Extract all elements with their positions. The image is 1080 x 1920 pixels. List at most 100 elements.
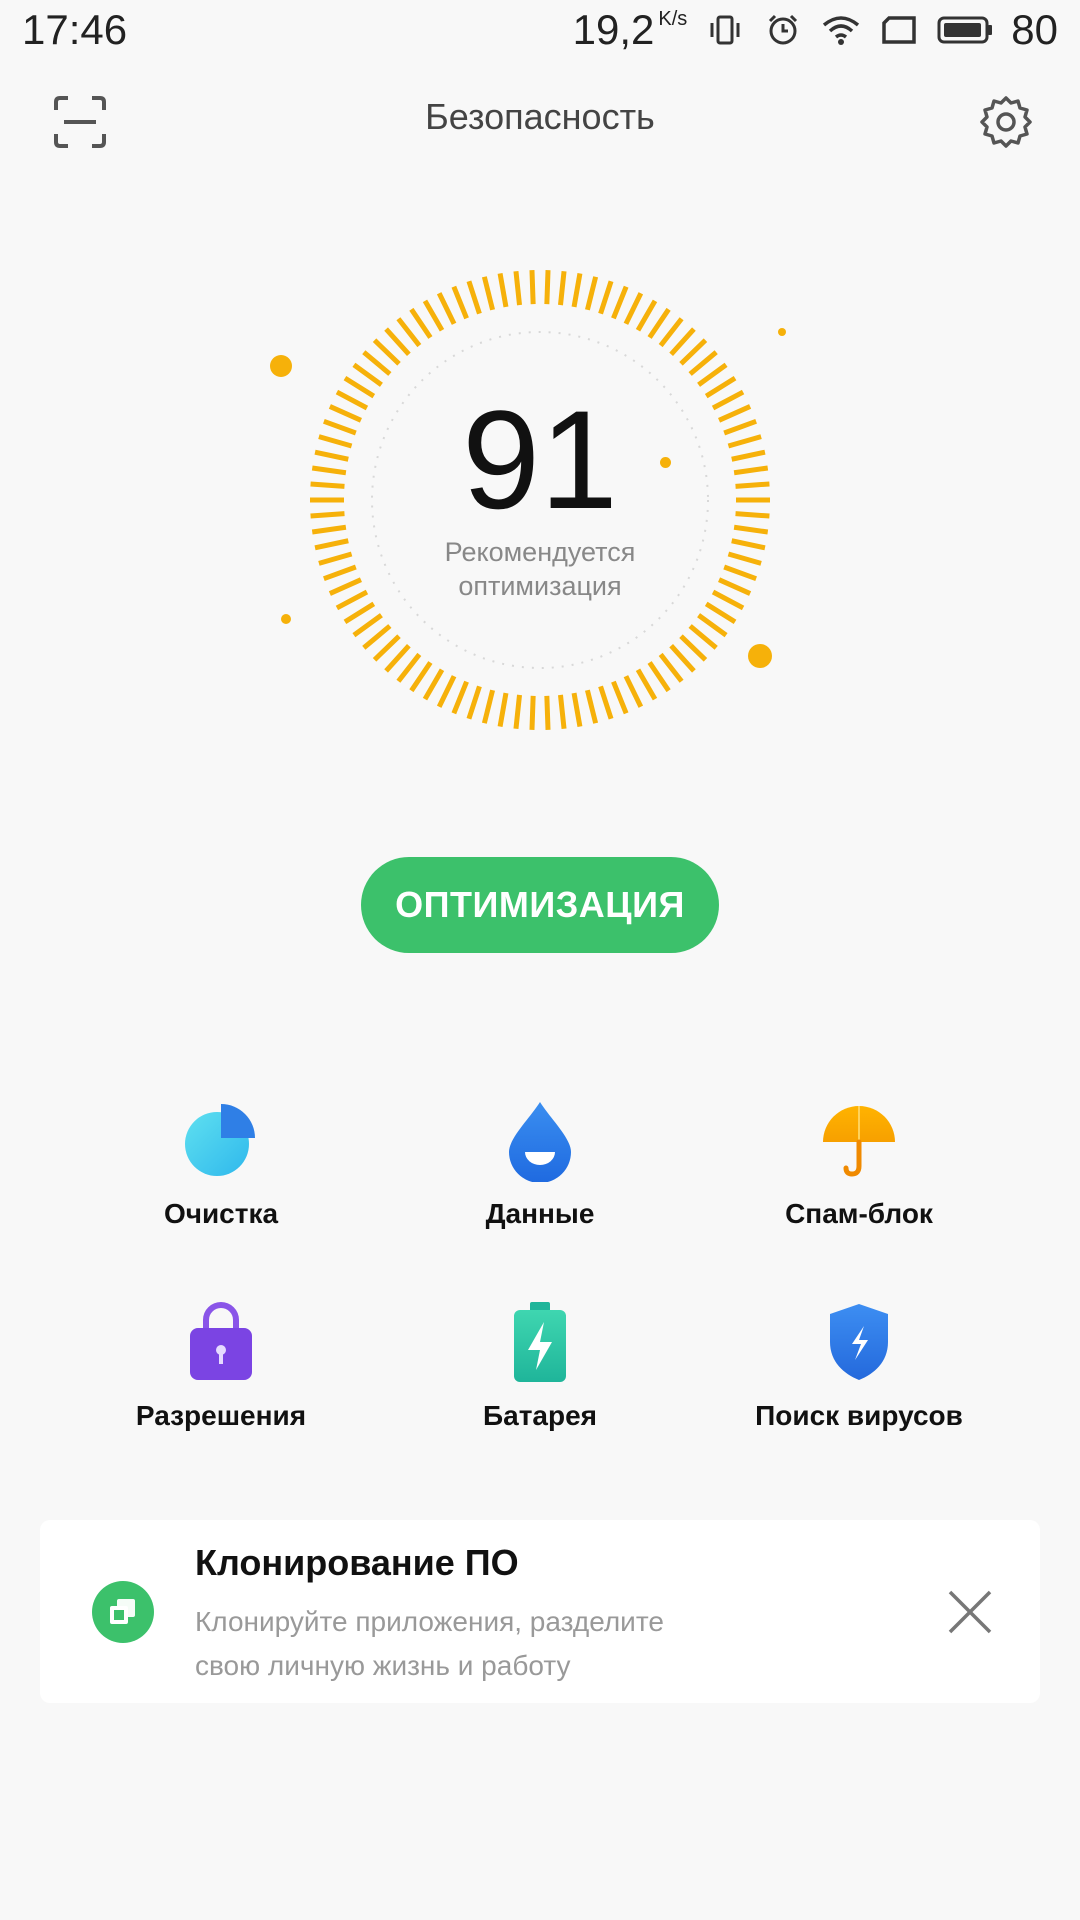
gauge-tick — [669, 327, 696, 357]
gauge-tick — [647, 661, 671, 693]
gauge-tick — [679, 338, 708, 366]
optimize-button[interactable]: ОПТИМИЗАЦИЯ — [361, 857, 719, 953]
tool-permissions[interactable]: Разрешения — [61, 1292, 381, 1462]
decor-dot — [281, 614, 291, 624]
battery-percent: 80 — [1011, 6, 1058, 53]
gauge-tick — [558, 270, 567, 306]
alarm-icon — [763, 10, 803, 50]
gauge-tick — [658, 652, 684, 683]
gear-icon — [980, 96, 1032, 148]
gauge-tick — [529, 270, 536, 305]
gauge-tick — [611, 680, 629, 715]
clone-icon — [92, 1581, 154, 1643]
tool-spam-block[interactable]: Спам-блок — [699, 1090, 1019, 1260]
wifi-icon — [821, 10, 861, 50]
status-icons: 19,2 K/s 80 — [573, 6, 1058, 54]
tool-label: Спам-блок — [785, 1198, 933, 1229]
header: Безопасность — [0, 70, 1080, 170]
network-speed-value: 19,2 — [572, 6, 655, 53]
gauge-tick — [544, 270, 551, 305]
gauge-tick — [352, 613, 383, 638]
security-score-gauge: 91 Рекомендуется оптимизация — [290, 250, 790, 750]
gauge-tick — [497, 273, 509, 308]
gauge-tick — [688, 350, 718, 376]
gauge-tick — [436, 292, 457, 325]
decor-dot — [778, 328, 786, 336]
gauge-tick — [598, 685, 614, 720]
battery-icon — [937, 10, 993, 50]
gauge-tick — [688, 624, 718, 650]
gauge-tick — [679, 634, 708, 662]
security-score: 91 — [462, 381, 618, 538]
score-status-line1: Рекомендуется — [444, 537, 636, 567]
tool-label: Батарея — [483, 1400, 597, 1431]
card-description-line2: свою личную жизнь и работу — [195, 1650, 571, 1681]
gauge-tick — [669, 643, 696, 673]
gauge-tick — [647, 307, 671, 339]
gauge-tick — [704, 601, 737, 625]
gauge-tick — [544, 695, 551, 730]
tool-virus-scan[interactable]: Поиск вирусов — [699, 1292, 1019, 1462]
pie-cleanup-icon — [171, 1090, 271, 1190]
gauge-tick — [422, 299, 445, 332]
gauge-tick — [635, 668, 658, 701]
decor-dot — [660, 457, 671, 468]
network-speed: 19,2 K/s — [573, 6, 688, 54]
gauge-tick — [409, 307, 433, 339]
network-speed-unit: K/s — [658, 8, 688, 30]
decor-dot — [270, 355, 292, 377]
score-status: Рекомендуется оптимизация — [290, 535, 790, 603]
gauge-tick — [623, 675, 644, 708]
app-clone-card[interactable]: Клонирование ПО Клонируйте приложения, р… — [40, 1520, 1040, 1703]
gauge-tick — [422, 668, 445, 701]
gauge-tick — [352, 362, 383, 387]
status-time: 17:46 — [22, 6, 128, 53]
shield-icon — [809, 1292, 909, 1392]
gauge-tick — [372, 634, 401, 662]
gauge-tick — [481, 689, 496, 724]
gauge-tick — [466, 685, 482, 720]
close-button[interactable] — [940, 1582, 1000, 1642]
tool-data[interactable]: Данные — [380, 1090, 700, 1260]
gauge-tick — [571, 692, 583, 727]
status-bar: 17:46 19,2 K/s 80 — [0, 0, 1080, 60]
umbrella-icon — [809, 1090, 909, 1190]
gauge-tick — [466, 280, 482, 315]
gauge-tick — [623, 292, 644, 325]
gauge-tick — [409, 661, 433, 693]
vibrate-icon — [705, 10, 745, 50]
page-title: Безопасность — [425, 96, 655, 137]
gauge-tick — [372, 338, 401, 366]
battery-bolt-icon — [490, 1292, 590, 1392]
gauge-tick — [571, 273, 583, 308]
settings-button[interactable] — [978, 94, 1034, 150]
gauge-tick — [384, 643, 411, 673]
tool-cleanup[interactable]: Очистка — [61, 1090, 381, 1260]
close-icon — [948, 1590, 992, 1634]
tool-label: Данные — [485, 1198, 595, 1229]
tool-battery[interactable]: Батарея — [380, 1292, 700, 1462]
score-status-line2: оптимизация — [458, 571, 622, 601]
gauge-tick — [362, 624, 392, 650]
gauge-tick — [396, 317, 422, 348]
gauge-tick — [396, 652, 422, 683]
gauge-tick — [584, 689, 599, 724]
gauge-tick — [497, 692, 509, 727]
gauge-tick — [343, 601, 376, 625]
decor-dot — [748, 644, 772, 668]
lock-bag-icon — [171, 1292, 271, 1392]
gauge-tick — [513, 270, 522, 306]
gauge-tick — [481, 276, 496, 311]
gauge-tick — [451, 680, 469, 715]
sim-icon — [879, 10, 919, 50]
tool-label: Разрешения — [135, 1400, 307, 1431]
gauge-tick — [584, 276, 599, 311]
gauge-tick — [513, 694, 522, 730]
tool-label: Поиск вирусов — [755, 1400, 963, 1431]
gauge-tick — [598, 280, 614, 315]
gauge-tick — [697, 362, 728, 387]
gauge-tick — [658, 317, 684, 348]
card-description-line1: Клонируйте приложения, разделите — [195, 1606, 664, 1637]
gauge-tick — [384, 327, 411, 357]
tool-label: Очистка — [163, 1198, 279, 1229]
